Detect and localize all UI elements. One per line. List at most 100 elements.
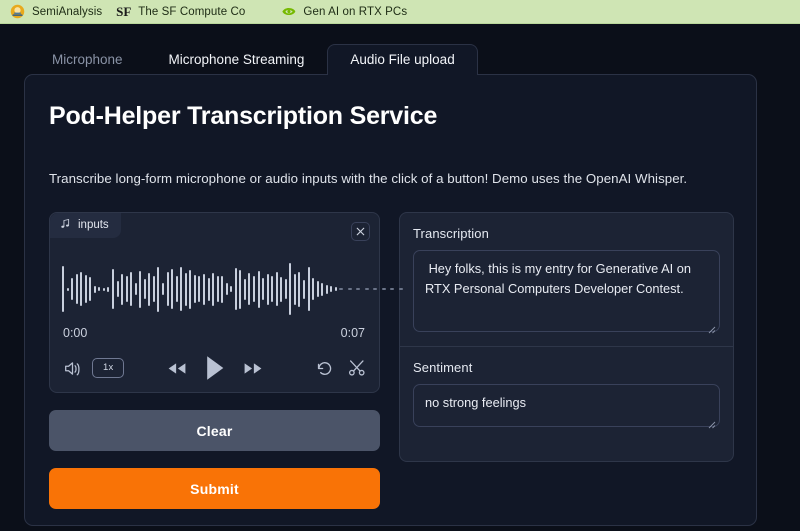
- waveform-bar: [248, 273, 250, 305]
- waveform-bar: [271, 276, 273, 302]
- playback-speed-button[interactable]: 1x: [92, 358, 124, 378]
- waveform-bar: [67, 288, 69, 291]
- waveform-bar: [107, 287, 109, 292]
- waveform-bar: [335, 287, 337, 291]
- player-controls: 1x: [63, 353, 366, 383]
- sf-monogram-icon: SF: [116, 4, 131, 19]
- waveform-tail-dash: [390, 288, 394, 290]
- audio-source-chip: inputs: [50, 213, 121, 238]
- waveform-bar: [267, 274, 269, 305]
- transport-controls: [166, 355, 263, 381]
- sentiment-textarea[interactable]: no strong feelings: [413, 384, 720, 427]
- waveform-bar: [176, 276, 178, 302]
- waveform-bar: [117, 281, 119, 297]
- waveform-tail-dash: [339, 288, 343, 290]
- waveform-bar: [308, 267, 310, 311]
- waveform-bar: [194, 275, 196, 303]
- waveform-bar: [180, 267, 182, 311]
- sentiment-label: Sentiment: [413, 360, 720, 375]
- waveform-bar: [85, 275, 87, 303]
- bookmark-the-sf-compute-co[interactable]: SF The SF Compute Co: [112, 2, 255, 22]
- audio-source-label: inputs: [78, 219, 109, 231]
- bookmark-label: Gen AI on RTX PCs: [303, 6, 407, 18]
- waveform-bar: [62, 266, 64, 312]
- waveform-tail-dash: [356, 288, 360, 290]
- bookmark-label: The SF Compute Co: [138, 6, 245, 18]
- browser-bookmark-bar: SemiAnalysis SF The SF Compute Co Gen AI…: [0, 0, 800, 24]
- waveform-bar: [280, 277, 282, 302]
- waveform-bar: [76, 274, 78, 304]
- waveform-bar: [285, 279, 287, 299]
- right-column: Transcription Hey folks, this is my entr…: [399, 212, 734, 509]
- waveform-bar: [239, 270, 241, 309]
- scissors-icon[interactable]: [348, 359, 366, 377]
- bookmark-label: SemiAnalysis: [32, 6, 102, 18]
- resize-grip-icon[interactable]: [707, 415, 716, 424]
- close-icon[interactable]: [351, 222, 370, 241]
- waveform-bar: [303, 280, 305, 299]
- waveform-bar: [126, 276, 128, 302]
- transcription-label: Transcription: [413, 226, 720, 241]
- waveform-bar: [153, 276, 155, 302]
- waveform-bar: [80, 272, 82, 306]
- tab-microphone[interactable]: Microphone: [29, 44, 146, 76]
- waveform-tail-dash: [365, 288, 369, 290]
- tab-audio-file-upload[interactable]: Audio File upload: [327, 44, 477, 76]
- waveform-bar: [226, 283, 228, 295]
- waveform-bar: [162, 283, 164, 295]
- music-note-icon: [60, 218, 71, 232]
- fast-forward-icon[interactable]: [242, 361, 263, 376]
- bookmark-semianalysis[interactable]: SemiAnalysis: [6, 2, 112, 22]
- playback-time-row: 0:00 0:07: [63, 326, 365, 340]
- panel-divider: [400, 346, 733, 347]
- waveform-bar: [317, 281, 319, 297]
- tab-strip: Microphone Microphone Streaming Audio Fi…: [29, 41, 800, 74]
- waveform-tail-dash: [382, 288, 386, 290]
- waveform-bar: [71, 278, 73, 300]
- page-title: Pod-Helper Transcription Service: [49, 102, 732, 131]
- app-page: Microphone Microphone Streaming Audio Fi…: [0, 24, 800, 531]
- waveform-bar: [221, 276, 223, 303]
- waveform-tail-dash: [348, 288, 352, 290]
- waveform-tail-dash: [373, 288, 377, 290]
- waveform-bar: [112, 269, 114, 309]
- main-content-card: Pod-Helper Transcription Service Transcr…: [24, 74, 757, 526]
- waveform-bar: [326, 285, 328, 294]
- undo-icon[interactable]: [315, 359, 334, 378]
- play-icon[interactable]: [204, 355, 225, 381]
- results-panel: Transcription Hey folks, this is my entr…: [399, 212, 734, 462]
- waveform-bar: [217, 276, 219, 302]
- waveform-bar: [276, 272, 278, 306]
- waveform-bar: [289, 263, 291, 315]
- left-column: inputs 0:00 0:07: [49, 212, 380, 509]
- waveform-bar: [167, 272, 169, 306]
- audio-waveform[interactable]: [62, 260, 367, 318]
- waveform-bar: [235, 268, 237, 310]
- rewind-icon[interactable]: [166, 361, 187, 376]
- waveform-bar: [135, 283, 137, 295]
- waveform-bar: [330, 286, 332, 292]
- waveform-bar: [294, 274, 296, 305]
- total-time-label: 0:07: [341, 326, 365, 340]
- nvidia-eye-icon: [281, 4, 296, 19]
- waveform-bar: [212, 273, 214, 306]
- volume-icon[interactable]: [63, 360, 82, 377]
- waveform-bar: [94, 286, 96, 293]
- waveform-bar: [253, 276, 255, 302]
- bookmark-gen-ai-on-rtx-pcs[interactable]: Gen AI on RTX PCs: [277, 2, 417, 22]
- submit-button[interactable]: Submit: [49, 468, 380, 509]
- waveform-bar: [144, 279, 146, 299]
- transcription-textarea[interactable]: Hey folks, this is my entry for Generati…: [413, 250, 720, 332]
- waveform-bar: [321, 283, 323, 296]
- tab-microphone-streaming[interactable]: Microphone Streaming: [146, 44, 328, 76]
- waveform-bar: [185, 273, 187, 306]
- semianalysis-logo-icon: [10, 4, 25, 19]
- content-columns: inputs 0:00 0:07: [49, 212, 732, 509]
- waveform-bar: [262, 278, 264, 300]
- resize-grip-icon[interactable]: [707, 320, 716, 329]
- waveform-bar: [89, 277, 91, 301]
- clear-button[interactable]: Clear: [49, 410, 380, 451]
- waveform-bar: [198, 276, 200, 302]
- waveform-bar: [203, 274, 205, 305]
- current-time-label: 0:00: [63, 326, 87, 340]
